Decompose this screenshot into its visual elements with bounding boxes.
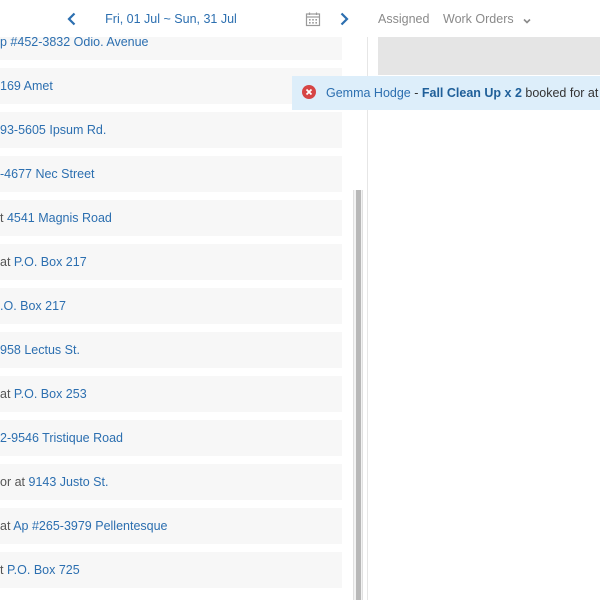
list-item-prefix: t: [0, 563, 7, 577]
scrollbar-thumb[interactable]: [356, 190, 361, 600]
address-link[interactable]: 958 Lectus St.: [0, 343, 80, 357]
address-link[interactable]: -4677 Nec Street: [0, 167, 95, 181]
address-link[interactable]: 4541 Magnis Road: [7, 211, 112, 225]
date-navigation: Fri, 01 Jul ~ Sun, 31 Jul: [0, 0, 368, 37]
work-orders-header-area: [378, 37, 600, 75]
list-item-text: or at 9143 Justo St.: [0, 475, 108, 489]
list-item-text: -4677 Nec Street: [0, 167, 95, 181]
list-item-text: 169 Amet: [0, 79, 53, 93]
chevron-right-icon[interactable]: [336, 11, 352, 27]
list-item[interactable]: at P.O. Box 253: [0, 376, 342, 412]
list-item-text: t 4541 Magnis Road: [0, 211, 112, 225]
list-item[interactable]: -4677 Nec Street: [0, 156, 342, 192]
service-name-link[interactable]: Fall Clean Up x 2: [422, 86, 522, 100]
tab-work-orders[interactable]: Work Orders: [443, 12, 532, 26]
address-link[interactable]: P.O. Box 217: [14, 255, 87, 269]
list-item-text: 93-5605 Ipsum Rd.: [0, 123, 106, 137]
address-link[interactable]: 2-9546 Tristique Road: [0, 431, 123, 445]
list-item-text: .O. Box 217: [0, 299, 66, 313]
calendar-icon[interactable]: [305, 11, 321, 27]
list-item-text: at P.O. Box 217: [0, 255, 87, 269]
appointment-list: p #452-3832 Odio. Avenue 169 Amet 93-5605 …: [0, 24, 342, 596]
list-item[interactable]: at P.O. Box 217: [0, 244, 342, 280]
list-item-prefix: at: [0, 255, 14, 269]
address-link[interactable]: 93-5605 Ipsum Rd.: [0, 123, 106, 137]
view-tabs: Assigned Work Orders: [369, 0, 600, 37]
chevron-down-icon: [522, 15, 532, 25]
list-item[interactable]: 93-5605 Ipsum Rd.: [0, 112, 342, 148]
chevron-left-icon[interactable]: [64, 11, 80, 27]
list-item-text: 2-9546 Tristique Road: [0, 431, 123, 445]
address-link[interactable]: .O. Box 217: [0, 299, 66, 313]
tab-work-orders-label: Work Orders: [443, 12, 514, 26]
customer-name-link[interactable]: Gemma Hodge: [326, 86, 411, 100]
list-item-text: 958 Lectus St.: [0, 343, 80, 357]
list-item[interactable]: t P.O. Box 725: [0, 552, 342, 588]
list-item[interactable]: .O. Box 217: [0, 288, 342, 324]
list-item-prefix: t: [0, 211, 7, 225]
notification-separator: -: [410, 86, 422, 100]
list-item-text: at P.O. Box 253: [0, 387, 87, 401]
booking-notification: Gemma Hodge - Fall Clean Up x 2 booked f…: [292, 76, 600, 110]
address-link[interactable]: Ap #265-3979 Pellentesque: [13, 519, 167, 533]
list-item-text: p #452-3832 Odio. Avenue: [0, 35, 149, 49]
list-item[interactable]: 958 Lectus St.: [0, 332, 342, 368]
address-link[interactable]: p #452-3832 Odio. Avenue: [0, 35, 149, 49]
address-link[interactable]: P.O. Box 253: [14, 387, 87, 401]
address-link[interactable]: 9143 Justo St.: [29, 475, 109, 489]
list-item[interactable]: 2-9546 Tristique Road: [0, 420, 342, 456]
list-item[interactable]: or at 9143 Justo St.: [0, 464, 342, 500]
list-item[interactable]: 169 Amet: [0, 68, 342, 104]
list-item-prefix: at: [0, 387, 14, 401]
list-item-text: t P.O. Box 725: [0, 563, 80, 577]
notification-suffix: booked for at: [521, 86, 600, 100]
date-range-label[interactable]: Fri, 01 Jul ~ Sun, 31 Jul: [96, 12, 246, 26]
list-item[interactable]: t 4541 Magnis Road: [0, 200, 342, 236]
scrollbar[interactable]: [353, 190, 363, 600]
list-item[interactable]: at Ap #265-3979 Pellentesque: [0, 508, 342, 544]
list-item-prefix: at: [0, 519, 14, 533]
error-icon[interactable]: [302, 85, 316, 99]
tab-assigned[interactable]: Assigned: [378, 12, 429, 26]
address-link[interactable]: P.O. Box 725: [7, 563, 80, 577]
address-link[interactable]: 169 Amet: [0, 79, 53, 93]
list-item-prefix: or at: [0, 475, 29, 489]
list-item-text: at Ap #265-3979 Pellentesque: [0, 519, 168, 533]
notification-message: Gemma Hodge - Fall Clean Up x 2 booked f…: [326, 86, 600, 100]
